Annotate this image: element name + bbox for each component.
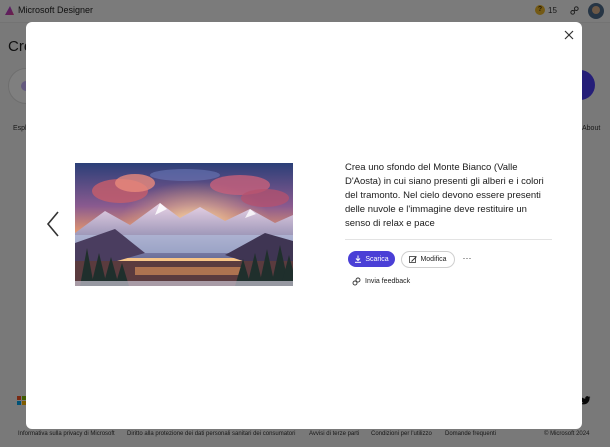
edit-button[interactable]: Modifica [401, 251, 455, 268]
close-button[interactable] [563, 29, 575, 41]
edit-label: Modifica [420, 256, 447, 263]
image-detail-dialog: Crea uno sfondo del Monte Bianco (Valle … [26, 22, 582, 429]
edit-icon [409, 255, 418, 263]
close-icon [564, 30, 574, 40]
feedback-icon [352, 277, 361, 286]
download-label: Scarica [365, 255, 389, 263]
chevron-left-icon[interactable] [46, 210, 60, 238]
generated-image[interactable] [75, 163, 293, 286]
download-icon [355, 255, 362, 263]
download-button[interactable]: Scarica [348, 251, 395, 267]
prompt-text: Crea uno sfondo del Monte Bianco (Valle … [345, 162, 544, 229]
feedback-link[interactable]: Invia feedback [352, 277, 410, 286]
more-options-button[interactable]: ··· [461, 251, 473, 267]
feedback-label: Invia feedback [365, 278, 411, 285]
divider [345, 239, 552, 240]
